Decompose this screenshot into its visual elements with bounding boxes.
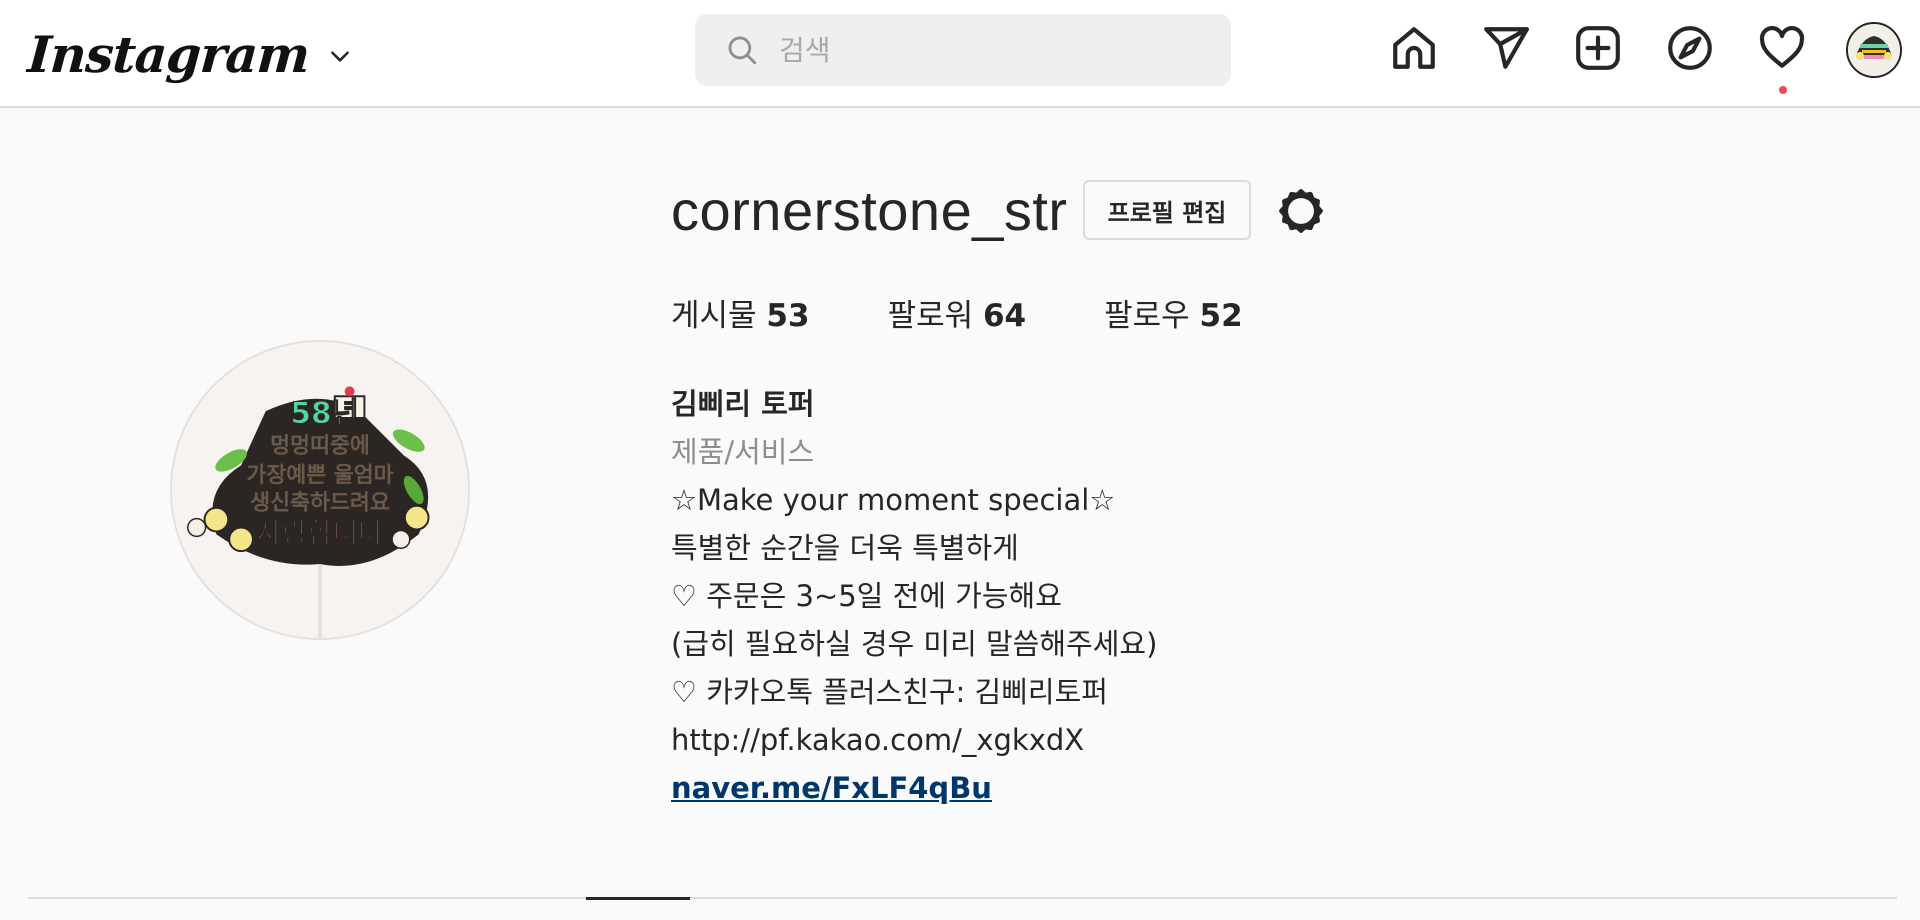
stat-followers[interactable]: 팔로워 64 <box>888 290 1027 335</box>
bio-line: 특별한 순간을 더욱 특별하게 <box>671 531 1019 565</box>
stat-label: 팔로우 <box>1104 298 1190 334</box>
topper-text-line-1: 58년 <box>290 396 358 430</box>
home-icon[interactable] <box>1388 22 1440 74</box>
search-bar[interactable] <box>695 14 1231 86</box>
notification-dot <box>1779 86 1787 94</box>
brand: Instagram <box>26 14 353 94</box>
stat-value: 52 <box>1199 298 1243 334</box>
stat-value: 64 <box>982 298 1027 334</box>
profile-category: 제품/서비스 <box>671 435 815 469</box>
profile-username: cornerstone_str <box>671 179 1068 242</box>
profile-stats: 게시물 53 팔로워 64 팔로우 52 <box>671 290 1321 335</box>
edit-profile-button[interactable]: 프로필 편집 <box>1083 180 1251 240</box>
new-post-icon[interactable] <box>1572 22 1624 74</box>
activity-heart-icon[interactable] <box>1756 22 1808 74</box>
bio-line: ♡ 주문은 3~5일 전에 가능해요 <box>671 579 1062 613</box>
stat-following[interactable]: 팔로우 52 <box>1104 290 1243 335</box>
stat-label: 팔로워 <box>887 298 974 334</box>
explore-icon[interactable] <box>1664 22 1716 74</box>
bio-line: ☆Make your moment special☆ <box>671 483 1116 517</box>
tabs-divider <box>28 897 1897 899</box>
bio-external-link[interactable]: naver.me/FxLF4qBu <box>671 764 1157 812</box>
top-navigation-bar: Instagram <box>0 0 1920 108</box>
profile-avatar[interactable] <box>1846 22 1902 78</box>
topper-text-line-5: 사랑합니다 <box>256 516 384 549</box>
active-tab-indicator <box>586 897 690 900</box>
bio-line: (급히 필요하실 경우 미리 말씀해주세요) <box>671 627 1158 661</box>
profile-display-name: 김삐리 토퍼 <box>671 387 815 421</box>
stat-label: 게시물 <box>671 298 757 334</box>
direct-message-icon[interactable] <box>1480 22 1532 74</box>
bio-line: http://pf.kakao.com/_xgkxdX <box>671 723 1085 757</box>
search-input[interactable] <box>779 33 1199 67</box>
stat-value: 53 <box>766 298 810 334</box>
bio-line: ♡ 카카오톡 플러스친구: 김삐리토퍼 <box>671 675 1108 709</box>
settings-gear-icon[interactable] <box>1276 186 1326 236</box>
search-icon <box>728 36 757 65</box>
profile-picture[interactable]: 58년 멍멍띠중에 가장예쁜 울엄마 생신축하드려요 사랑합니다 <box>170 340 470 640</box>
instagram-logo[interactable]: Instagram <box>26 25 311 84</box>
stat-posts[interactable]: 게시물 53 <box>671 290 810 335</box>
profile-bio: 김삐리 토퍼 제품/서비스 ☆Make your moment special☆… <box>671 380 1157 812</box>
topper-text-line-4: 생신축하드려요 <box>250 491 390 516</box>
topper-text-line-3: 가장예쁜 울엄마 <box>246 463 393 488</box>
chevron-down-icon[interactable] <box>327 43 353 69</box>
topper-text-line-2: 멍멍띠중에 <box>270 434 370 459</box>
